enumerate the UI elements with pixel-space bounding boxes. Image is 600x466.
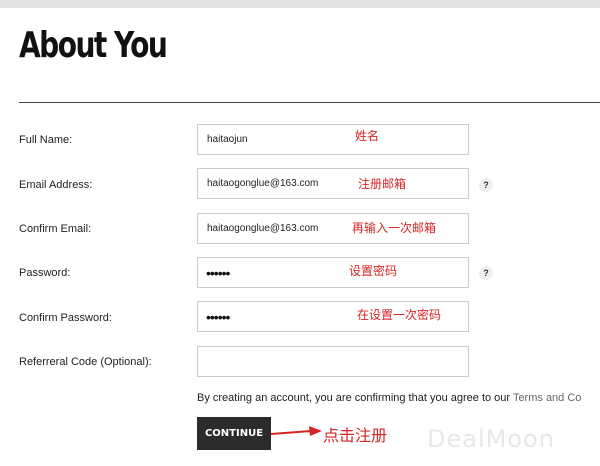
full-name-label: Full Name:	[19, 134, 73, 146]
confirm-email-annotation: 再输入一次邮箱	[352, 221, 437, 235]
referral-code-label: Referreral Code (Optional):	[19, 356, 152, 368]
referral-code-input[interactable]	[197, 346, 469, 377]
password-value: ••••••	[206, 265, 230, 281]
page-title: About You	[19, 25, 168, 66]
full-name-annotation: 姓名	[355, 129, 380, 143]
email-annotation: 注册邮箱	[358, 177, 407, 191]
password-label: Password:	[19, 267, 71, 279]
continue-button[interactable]: CONTINUE	[197, 417, 271, 450]
registration-page: About You Full Name: haitaojun 姓名 Email …	[0, 0, 600, 466]
password-annotation: 设置密码	[349, 264, 398, 278]
full-name-input[interactable]: haitaojun	[197, 124, 469, 155]
email-label: Email Address:	[19, 179, 93, 191]
agreement-sentence: By creating an account, you are confirmi…	[197, 392, 513, 404]
top-band	[0, 0, 600, 8]
agreement-text: By creating an account, you are confirmi…	[197, 391, 600, 405]
confirm-email-value: haitaogonglue@163.com	[207, 223, 319, 234]
confirm-password-label: Confirm Password:	[19, 312, 112, 324]
confirm-password-annotation: 在设置一次密码	[357, 308, 442, 322]
continue-annotation: 点击注册	[323, 428, 388, 445]
dealmoon-watermark: DealMoon	[427, 425, 555, 453]
confirm-email-label: Confirm Email:	[19, 223, 92, 235]
arrow-icon	[271, 426, 322, 436]
full-name-value: haitaojun	[207, 134, 248, 145]
email-input[interactable]: haitaogonglue@163.com	[197, 168, 469, 199]
password-input[interactable]: ••••••	[197, 257, 469, 288]
password-help-icon[interactable]: ?	[479, 266, 493, 280]
title-divider	[19, 102, 600, 103]
confirm-password-value: ••••••	[206, 309, 230, 325]
terms-link[interactable]: Terms and Co	[513, 392, 581, 404]
email-value: haitaogonglue@163.com	[207, 178, 319, 189]
email-help-icon[interactable]: ?	[479, 178, 493, 192]
